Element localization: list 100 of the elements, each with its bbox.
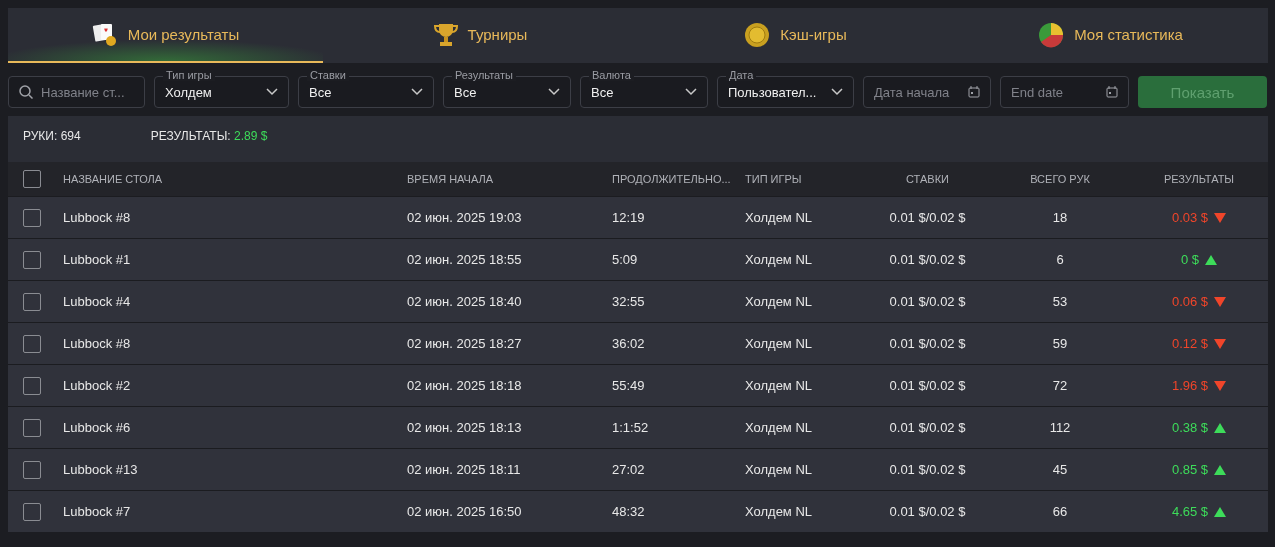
triangle-up-icon: [1214, 422, 1227, 433]
table-cell-text: 1:1:52: [612, 420, 650, 435]
table-cell: 0.01 $/0.02 $: [889, 462, 966, 477]
triangle-up-icon: [1214, 506, 1227, 517]
row-checkbox[interactable]: [23, 250, 41, 269]
row-checkbox[interactable]: [23, 502, 41, 521]
select-all-checkbox[interactable]: [23, 170, 41, 188]
chevron-down-icon: [685, 88, 697, 96]
chevron-down-icon: [266, 88, 278, 96]
results-total: РЕЗУЛЬТАТЫ: 2.89 $: [150, 129, 268, 143]
triangle-down-icon: [1214, 338, 1227, 349]
table-cell: 59: [1052, 336, 1068, 351]
column-header: ВРЕМЯ НАЧАЛА: [407, 173, 495, 185]
playing-cards-icon: [91, 21, 118, 48]
date-field[interactable]: End date: [1000, 76, 1129, 108]
column-header: ВСЕГО РУК: [1030, 173, 1090, 185]
result-value: 4.65 $: [1171, 504, 1209, 519]
search-icon: [19, 85, 33, 99]
chevron-down-icon: [831, 88, 843, 96]
table-row[interactable]: Lubbock #8 02 июн. 2025 19:03 12:19 Холдем NL 0.01 $/0.02 $ 18 0.03 $: [8, 196, 1268, 238]
table-cell-text: 02 июн. 2025 18:55: [407, 252, 523, 267]
column-header: СТАВКИ: [906, 173, 949, 185]
table-cell-text: Lubbock #6: [63, 420, 132, 435]
table-row[interactable]: Lubbock #13 02 июн. 2025 18:11 27:02 Холдем NL 0.01 $/0.02 $ 45 0.85 $: [8, 448, 1268, 490]
pie-chip-icon: [1038, 21, 1065, 48]
table-row[interactable]: Lubbock #7 02 июн. 2025 16:50 48:32 Холдем NL 0.01 $/0.02 $ 66 4.65 $: [8, 490, 1268, 532]
table-cell-text: 5:09: [612, 252, 639, 267]
table-cell-text: Lubbock #13: [63, 462, 139, 477]
row-checkbox[interactable]: [23, 460, 41, 479]
table-cell-text: 27:02: [612, 462, 646, 477]
column-header: ПРОДОЛЖИТЕЛЬНО...: [612, 173, 732, 185]
chevron-down-icon: [411, 88, 423, 96]
table-cell: 53: [1052, 294, 1068, 309]
row-checkbox[interactable]: [23, 292, 41, 311]
result-value: 0.03 $: [1171, 210, 1209, 225]
table-cell: 0.01 $/0.02 $: [889, 504, 966, 519]
table-cell: 0.01 $/0.02 $: [889, 336, 966, 351]
table-cell: 0.01 $/0.02 $: [889, 252, 966, 267]
table-cell-text: 02 июн. 2025 18:18: [407, 378, 523, 393]
date-field[interactable]: Дата начала: [863, 76, 991, 108]
trophy-icon: [433, 21, 458, 48]
triangle-down-icon: [1214, 212, 1227, 223]
table-row[interactable]: Lubbock #4 02 июн. 2025 18:40 32:55 Холдем NL 0.01 $/0.02 $ 53 0.06 $: [8, 280, 1268, 322]
table-cell-text: Холдем NL: [745, 336, 814, 351]
tab[interactable]: Турниры: [323, 8, 638, 63]
column-header: ТИП ИГРЫ: [745, 173, 803, 185]
poker-chip-icon: [744, 21, 771, 48]
table-cell-text: Холдем NL: [745, 420, 814, 435]
column-header: НАЗВАНИЕ СТОЛА: [63, 173, 164, 185]
table-cell: 0.01 $/0.02 $: [889, 210, 966, 225]
table-cell-text: 48:32: [612, 504, 646, 519]
tab[interactable]: Моя статистика: [953, 8, 1268, 63]
triangle-down-icon: [1214, 296, 1227, 307]
result-value: 0.06 $: [1171, 294, 1209, 309]
result-value: 0.85 $: [1171, 462, 1209, 477]
table-cell: 0.01 $/0.02 $: [889, 294, 966, 309]
table-cell: 0.01 $/0.02 $: [889, 420, 966, 435]
table-cell-text: 32:55: [612, 294, 646, 309]
table-cell: 0.01 $/0.02 $: [889, 378, 966, 393]
triangle-up-icon: [1205, 254, 1218, 265]
table-cell: 66: [1052, 504, 1068, 519]
table-cell-text: 36:02: [612, 336, 646, 351]
calendar-icon: [968, 86, 980, 98]
tab[interactable]: Кэш-игры: [638, 8, 953, 63]
result-value: 0 $: [1180, 252, 1200, 267]
triangle-up-icon: [1214, 464, 1227, 475]
table-row[interactable]: Lubbock #2 02 июн. 2025 18:18 55:49 Холдем NL 0.01 $/0.02 $ 72 1.96 $: [8, 364, 1268, 406]
row-checkbox[interactable]: [23, 376, 41, 395]
row-checkbox[interactable]: [23, 418, 41, 437]
table-cell-text: Холдем NL: [745, 210, 814, 225]
row-checkbox[interactable]: [23, 334, 41, 353]
row-checkbox[interactable]: [23, 208, 41, 227]
table-cell: 72: [1052, 378, 1068, 393]
triangle-down-icon: [1214, 380, 1227, 391]
result-value: 0.38 $: [1171, 420, 1209, 435]
table-cell: 45: [1052, 462, 1068, 477]
table-cell-text: Lubbock #1: [63, 252, 132, 267]
table-cell-text: 02 июн. 2025 18:40: [407, 294, 523, 309]
table-cell-text: Lubbock #2: [63, 378, 132, 393]
calendar-icon: [1106, 86, 1118, 98]
table-cell-text: Холдем NL: [745, 294, 814, 309]
table-cell-text: 55:49: [612, 378, 646, 393]
table-cell: 18: [1052, 210, 1068, 225]
table-cell-text: Lubbock #4: [63, 294, 132, 309]
table-row[interactable]: Lubbock #6 02 июн. 2025 18:13 1:1:52 Холдем NL 0.01 $/0.02 $ 112 0.38 $: [8, 406, 1268, 448]
hands-count: РУКИ: 694: [23, 129, 81, 143]
search-field[interactable]: Название ст...: [8, 76, 145, 108]
table-row[interactable]: Lubbock #1 02 июн. 2025 18:55 5:09 Холдем NL 0.01 $/0.02 $ 6 0 $: [8, 238, 1268, 280]
table-cell-text: Холдем NL: [745, 252, 814, 267]
table-cell-text: Lubbock #7: [63, 504, 132, 519]
table-cell-text: 02 июн. 2025 16:50: [407, 504, 523, 519]
chevron-down-icon: [548, 88, 560, 96]
table-cell-text: Холдем NL: [745, 462, 814, 477]
table-cell-text: Холдем NL: [745, 504, 814, 519]
table-cell: 6: [1056, 252, 1064, 267]
table-cell-text: 02 июн. 2025 18:11: [407, 462, 522, 477]
table-cell-text: Lubbock #8: [63, 210, 132, 225]
table-row[interactable]: Lubbock #8 02 июн. 2025 18:27 36:02 Холдем NL 0.01 $/0.02 $ 59 0.12 $: [8, 322, 1268, 364]
table-cell: 112: [1049, 420, 1071, 435]
table-cell-text: 02 июн. 2025 18:27: [407, 336, 523, 351]
